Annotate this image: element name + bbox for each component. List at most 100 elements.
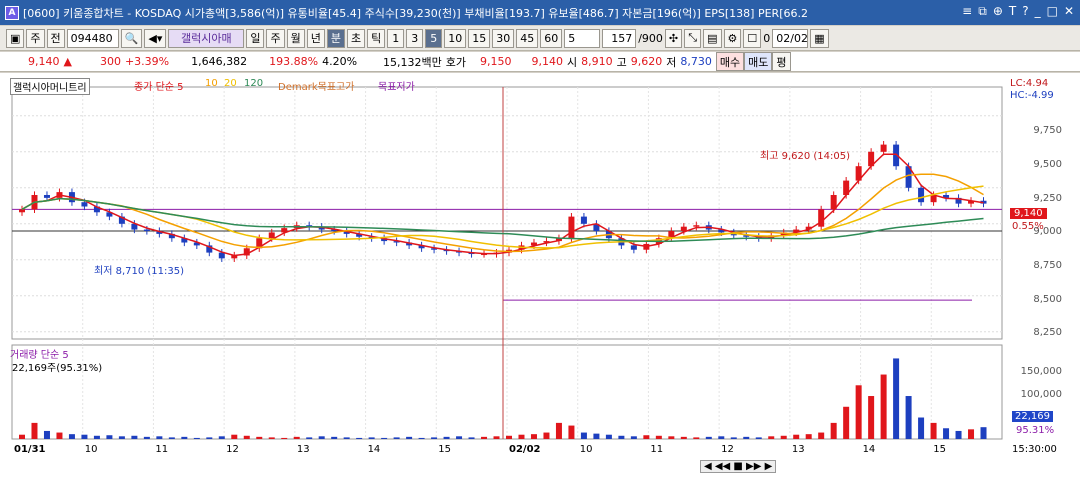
volume-bar xyxy=(868,396,875,439)
volume-bar xyxy=(506,435,512,439)
info-bar: 9,140 ▲ 300 +3.39% 1,646,382 193.88% 4.2… xyxy=(0,52,1080,72)
candle xyxy=(693,225,700,227)
price-tick: 8,750 xyxy=(1033,260,1062,271)
window-title: [0600] 키움종합차트 - KOSDAQ 시가총액[3,586(억)] 유통… xyxy=(23,6,808,20)
volume-bar xyxy=(19,434,25,439)
time-tick: 14 xyxy=(862,444,876,455)
tab-month[interactable]: 월 xyxy=(286,28,305,48)
volume-bar xyxy=(306,437,313,439)
volume-bar xyxy=(768,436,775,439)
candle xyxy=(218,252,225,259)
volume-value: 22,169주(95.31%) xyxy=(12,363,103,374)
time-tick: 14 xyxy=(367,444,381,455)
price-tick: 9,500 xyxy=(1033,159,1062,170)
interval-5[interactable]: 5 xyxy=(425,28,443,48)
volume-bar xyxy=(793,434,800,439)
volume-bar xyxy=(218,436,225,439)
volume-bar xyxy=(943,428,950,439)
candle xyxy=(43,195,50,198)
text-icon[interactable]: T xyxy=(1009,4,1016,19)
add-icon[interactable]: ⊕ xyxy=(993,4,1003,19)
time-tick: 15 xyxy=(933,444,947,455)
interval-45[interactable]: 45 xyxy=(516,28,539,48)
time-tick: 15 xyxy=(438,444,452,455)
volume-bar xyxy=(293,436,300,439)
candle xyxy=(680,226,687,231)
interval-15[interactable]: 15 xyxy=(468,28,491,48)
volume-bar xyxy=(880,374,887,439)
settings-icon[interactable]: ▣ xyxy=(6,28,25,48)
save-icon[interactable]: ▤ xyxy=(703,28,722,48)
tab-year[interactable]: 년 xyxy=(306,28,325,48)
turnover-pct: 4.20% xyxy=(322,55,358,68)
interval-30[interactable]: 30 xyxy=(492,28,515,48)
tab-second[interactable]: 초 xyxy=(346,28,366,48)
ma120-legend: 120 xyxy=(244,78,264,89)
low-annotation: 최저 8,710 (11:35) xyxy=(94,266,185,277)
volume-tick: 100,000 xyxy=(1020,389,1062,400)
interval-select[interactable]: 5 xyxy=(564,28,601,48)
time-tick: 01/31 xyxy=(14,444,46,455)
interval-3[interactable]: 3 xyxy=(406,28,424,48)
copy-icon[interactable]: ⧉ xyxy=(978,4,987,19)
scroll-controls[interactable]: ◀ ◀◀ ■ ▶▶ ▶ xyxy=(700,460,777,473)
volume-bar xyxy=(181,436,188,439)
interval-10[interactable]: 10 xyxy=(444,28,467,48)
price-tick: 8,500 xyxy=(1033,294,1062,305)
stock-name-field[interactable]: 갤럭시아매 xyxy=(168,28,245,48)
tab-week[interactable]: 주 xyxy=(266,28,285,48)
search-icon[interactable]: 🔍 xyxy=(120,28,143,48)
volume-bar xyxy=(843,406,850,439)
count-input[interactable]: 157 xyxy=(602,28,637,48)
sell-button[interactable]: 매도 xyxy=(744,52,773,71)
tab-minute[interactable]: 분 xyxy=(326,28,345,48)
menu-icon[interactable]: ≡ xyxy=(962,4,972,19)
tab-tick[interactable]: 틱 xyxy=(367,28,386,48)
volume-bar xyxy=(980,427,987,439)
minimize-button[interactable]: _ xyxy=(1035,4,1041,19)
candle xyxy=(268,232,275,239)
volume-bar xyxy=(618,435,625,439)
tab-day[interactable]: 일 xyxy=(246,28,265,48)
help-icon[interactable]: ? xyxy=(1022,4,1028,19)
volume-bar xyxy=(918,417,925,439)
draw-icon[interactable]: ⤡ xyxy=(684,28,702,48)
interval-60[interactable]: 60 xyxy=(540,28,563,48)
volume-bar xyxy=(143,436,150,439)
calendar-icon[interactable]: ▦ xyxy=(810,28,829,48)
maximize-button[interactable]: □ xyxy=(1047,4,1058,19)
volume-bar xyxy=(456,436,463,439)
prefix-select[interactable]: 전 xyxy=(46,28,65,48)
avg-button[interactable]: 평 xyxy=(772,52,791,71)
chart-area[interactable]: 갤럭시아머니트리 종가 단순 5 10 20 120 Demark목표고가 목표… xyxy=(0,73,1080,482)
volume: 1,646,382 xyxy=(191,55,248,68)
stock-legend: 갤럭시아머니트리 xyxy=(10,78,90,95)
volume-bar xyxy=(968,429,975,439)
volume-bar xyxy=(81,434,88,439)
time-tick: 11 xyxy=(155,444,169,455)
volume-bar xyxy=(481,436,488,439)
time-tick: 13 xyxy=(791,444,805,455)
price-tick: 9,000 xyxy=(1033,226,1062,237)
volume-bar xyxy=(318,436,325,439)
price-tick: 8,250 xyxy=(1033,327,1062,338)
volume-bar xyxy=(593,433,600,439)
time-tick: 12 xyxy=(226,444,239,455)
candlestick-chart[interactable] xyxy=(0,73,1080,482)
current-price: 9,140 xyxy=(28,55,60,68)
close-button[interactable]: ✕ xyxy=(1064,4,1074,19)
gear-icon[interactable]: ⚙ xyxy=(723,28,742,48)
volume-bar xyxy=(543,432,550,439)
option-checkbox[interactable]: ☐ xyxy=(743,28,762,48)
stock-type-select[interactable]: 주 xyxy=(26,28,45,48)
crosshair-icon[interactable]: ✣ xyxy=(664,28,683,48)
volume-bar xyxy=(331,436,338,439)
volume-bar xyxy=(743,436,750,439)
code-input[interactable]: 094480 xyxy=(66,28,119,48)
sound-icon[interactable]: ◀▾ xyxy=(144,28,167,48)
volume-bar xyxy=(780,435,787,439)
date-input[interactable]: 02/02 xyxy=(772,28,809,48)
interval-1[interactable]: 1 xyxy=(387,28,405,48)
buy-button[interactable]: 매수 xyxy=(715,52,745,71)
candle xyxy=(580,216,587,224)
